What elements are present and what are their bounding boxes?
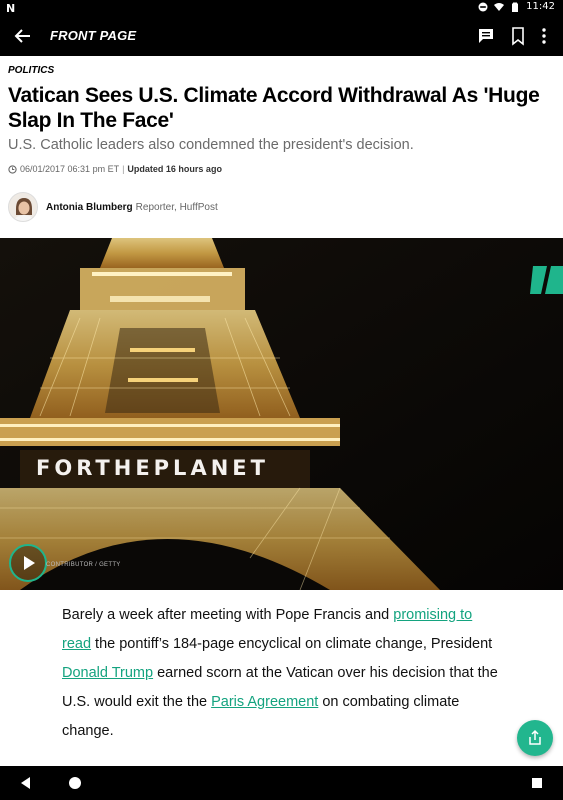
share-icon [529, 729, 541, 745]
body-text-2: the pontiff’s 184-page encyclical on cli… [91, 636, 493, 652]
more-vert-icon[interactable] [534, 26, 554, 46]
author-name[interactable]: Antonia Blumberg [46, 202, 133, 213]
system-nav-bar [0, 766, 563, 800]
battery-icon [512, 2, 519, 12]
page-title: FRONT PAGE [50, 28, 137, 43]
eiffel-tower-photo [0, 238, 563, 590]
avatar[interactable] [8, 192, 38, 222]
author-role: Reporter, HuffPost [135, 201, 218, 213]
section-label[interactable]: POLITICS [8, 65, 54, 76]
back-arrow-icon[interactable] [12, 26, 34, 46]
wifi-icon [494, 2, 505, 11]
author-photo [9, 193, 37, 221]
comments-icon[interactable] [476, 26, 496, 46]
clock-icon [8, 164, 17, 174]
image-credit: CONTRIBUTOR / GETTY [46, 562, 121, 568]
subheadline: U.S. Catholic leaders also condemned the… [8, 137, 414, 153]
bookmark-icon[interactable] [508, 26, 528, 46]
play-icon [24, 556, 35, 570]
body-text-1: Barely a week after meeting with Pope Fr… [62, 607, 394, 623]
image-overlay-text: FORTHEPLANET [36, 456, 269, 480]
app-bar: FRONT PAGE [0, 16, 563, 56]
play-video-button[interactable] [9, 544, 47, 582]
hero-image[interactable]: FORTHEPLANET CONTRIBUTOR / GETTY [0, 238, 563, 590]
headline: Vatican Sees U.S. Climate Accord Withdra… [8, 84, 540, 132]
status-bar: N 11:42 [0, 0, 563, 16]
article-body: Barely a week after meeting with Pope Fr… [62, 601, 502, 746]
meta-separator: | [122, 164, 125, 174]
nav-back-icon[interactable] [17, 774, 35, 792]
article-meta: 06/01/2017 06:31 pm ET | Updated 16 hour… [8, 164, 222, 174]
notification-n-icon: N [6, 2, 16, 15]
author-byline[interactable]: Antonia Blumberg Reporter, HuffPost [8, 191, 218, 223]
updated-time: Updated 16 hours ago [127, 164, 222, 174]
share-button[interactable] [517, 720, 553, 756]
do-not-disturb-icon [478, 2, 488, 11]
timestamp: 06/01/2017 06:31 pm ET [20, 164, 120, 174]
nav-home-icon[interactable] [66, 774, 84, 792]
clock-time: 11:42 [526, 1, 555, 12]
link-paris-agreement[interactable]: Paris Agreement [211, 694, 318, 710]
status-icons: 11:42 [478, 1, 555, 12]
link-donald-trump[interactable]: Donald Trump [62, 665, 153, 681]
nav-recents-icon[interactable] [528, 774, 546, 792]
